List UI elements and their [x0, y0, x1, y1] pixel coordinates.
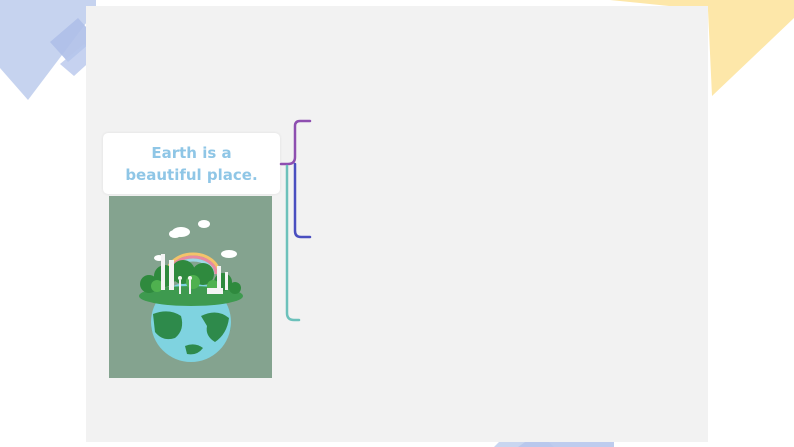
bracket-teal — [285, 164, 301, 322]
bracket-blue — [293, 162, 312, 239]
connector-purple — [279, 119, 312, 166]
mindmap-brackets — [279, 119, 312, 322]
